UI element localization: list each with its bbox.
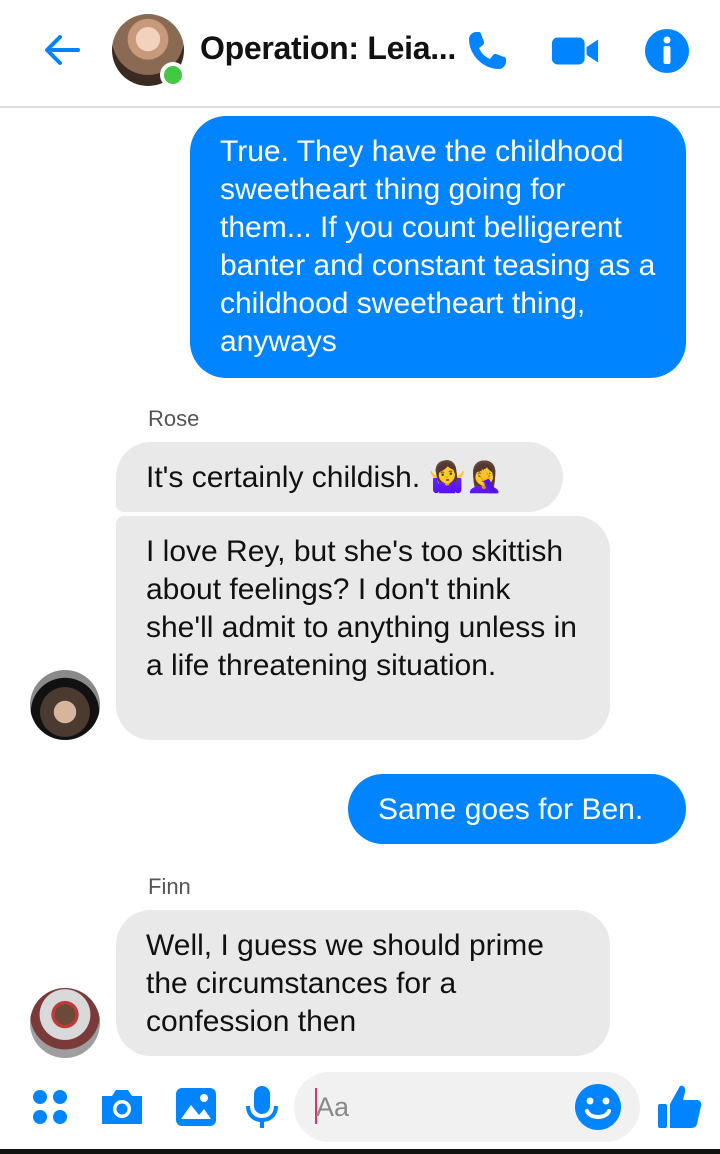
back-arrow-icon [45,35,80,65]
sender-name: Rose [148,406,200,431]
conversation-header: Operation: Leia... [0,0,720,108]
info-button[interactable] [642,26,692,76]
camera-icon [102,1090,142,1124]
message-input[interactable] [316,1086,566,1128]
back-button[interactable] [38,26,86,74]
emoji-icon [575,1084,621,1130]
camera-button[interactable] [96,1081,148,1133]
emoji-button[interactable] [572,1081,624,1133]
thumbs-up-icon [658,1085,702,1128]
voice-call-button[interactable] [462,26,512,76]
outgoing-message[interactable]: Same goes for Ben. [348,774,686,844]
voice-message-button[interactable] [236,1081,288,1133]
more-actions-button[interactable] [24,1081,76,1133]
group-avatar[interactable] [112,14,186,88]
gallery-button[interactable] [170,1081,222,1133]
info-icon [645,29,689,73]
incoming-message[interactable]: I love Rey, but she's too skittish about… [116,516,610,740]
video-call-button[interactable] [550,26,600,76]
sender-name: Finn [148,874,191,899]
grid-menu-icon [33,1090,67,1124]
gallery-icon [176,1088,216,1126]
sender-avatar-rose[interactable] [30,670,100,740]
like-button[interactable] [654,1081,706,1133]
outgoing-message[interactable]: True. They have the childhood sweetheart… [190,116,686,378]
conversation-title[interactable]: Operation: Leia... [200,30,456,67]
phone-icon [469,32,506,69]
message-input-container[interactable] [294,1072,640,1142]
online-status-indicator [160,62,186,88]
video-camera-icon [551,37,599,65]
system-nav-edge [0,1149,720,1154]
incoming-message[interactable]: Well, I guess we should prime the circum… [116,910,610,1056]
incoming-message[interactable]: It's certainly childish. 🤷‍♀️🤦‍♀️ [116,442,563,512]
message-composer [0,1065,720,1154]
message-list[interactable]: True. They have the childhood sweetheart… [0,110,720,1065]
sender-avatar-finn[interactable] [30,988,100,1058]
microphone-icon [246,1086,278,1128]
